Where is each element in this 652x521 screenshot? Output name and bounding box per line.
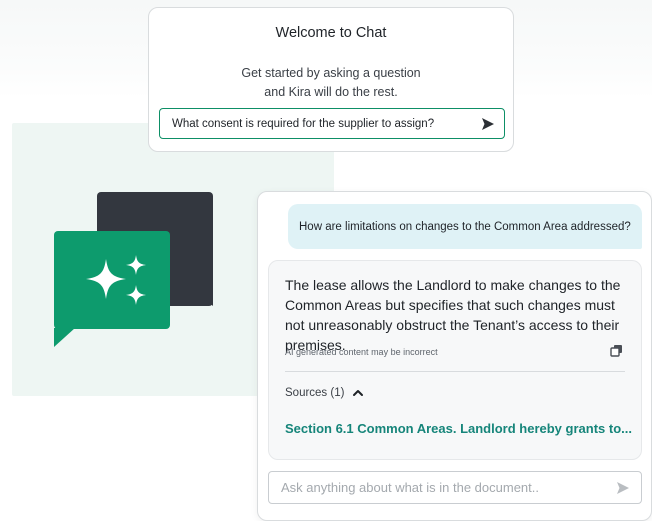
- welcome-subtitle: Get started by asking a question and Kir…: [149, 64, 513, 102]
- user-message-bubble: How are limitations on changes to the Co…: [288, 204, 642, 249]
- green-chat-bubble-tail: [54, 328, 75, 347]
- ask-input-placeholder: Ask anything about what is in the docume…: [281, 480, 539, 495]
- welcome-question-input[interactable]: What consent is required for the supplie…: [159, 108, 505, 139]
- user-message-text: How are limitations on changes to the Co…: [299, 220, 631, 233]
- send-arrow-icon[interactable]: [615, 480, 631, 496]
- ai-answer-text: The lease allows the Landlord to make ch…: [285, 277, 621, 353]
- ai-divider: [285, 371, 625, 372]
- ai-response-card: The lease allows the Landlord to make ch…: [268, 260, 642, 460]
- ask-input[interactable]: Ask anything about what is in the docume…: [268, 471, 642, 504]
- sources-toggle[interactable]: Sources (1): [285, 387, 364, 399]
- welcome-card: Welcome to Chat Get started by asking a …: [148, 7, 514, 152]
- copy-icon[interactable]: [610, 344, 623, 357]
- welcome-subtitle-line-1: Get started by asking a question: [241, 66, 421, 80]
- send-arrow-icon[interactable]: [480, 116, 496, 132]
- chat-panel: How are limitations on changes to the Co…: [257, 191, 652, 521]
- source-link[interactable]: Section 6.1 Common Areas. Landlord hereb…: [285, 421, 632, 436]
- welcome-question-text: What consent is required for the supplie…: [172, 117, 435, 130]
- welcome-subtitle-line-2: and Kira will do the rest.: [264, 85, 398, 99]
- sparkle-icon: [86, 255, 146, 305]
- welcome-title: Welcome to Chat: [275, 25, 387, 41]
- ai-disclaimer: AI generated content may be incorrect: [285, 347, 438, 357]
- dark-chat-bubble-tail: [188, 285, 213, 306]
- sources-label: Sources (1): [285, 387, 345, 399]
- chevron-up-icon[interactable]: [352, 387, 364, 399]
